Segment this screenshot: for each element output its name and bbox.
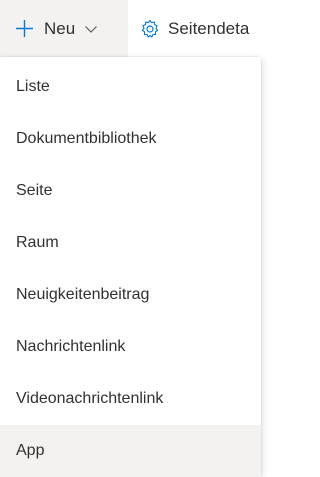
page-details-button[interactable]: Seitendeta [128, 0, 249, 57]
menu-item-nachrichtenlink[interactable]: Nachrichtenlink [0, 321, 261, 373]
gear-icon [140, 19, 160, 39]
menu-item-liste[interactable]: Liste [0, 61, 261, 113]
menu-item-videonachrichtenlink[interactable]: Videonachrichtenlink [0, 373, 261, 425]
new-button[interactable]: Neu [0, 0, 128, 57]
page-details-label: Seitendeta [168, 18, 250, 38]
menu-item-app[interactable]: App [0, 425, 261, 477]
command-bar: Neu Seitendeta [0, 0, 269, 57]
menu-item-seite[interactable]: Seite [0, 165, 261, 217]
plus-icon [14, 18, 35, 39]
new-dropdown-menu: Liste Dokumentbibliothek Seite Raum Neui… [0, 57, 261, 477]
chevron-down-icon [84, 22, 98, 36]
menu-item-neuigkeitenbeitrag[interactable]: Neuigkeitenbeitrag [0, 269, 261, 321]
menu-item-dokumentbibliothek[interactable]: Dokumentbibliothek [0, 113, 261, 165]
menu-item-raum[interactable]: Raum [0, 217, 261, 269]
new-button-label: Neu [44, 18, 76, 38]
